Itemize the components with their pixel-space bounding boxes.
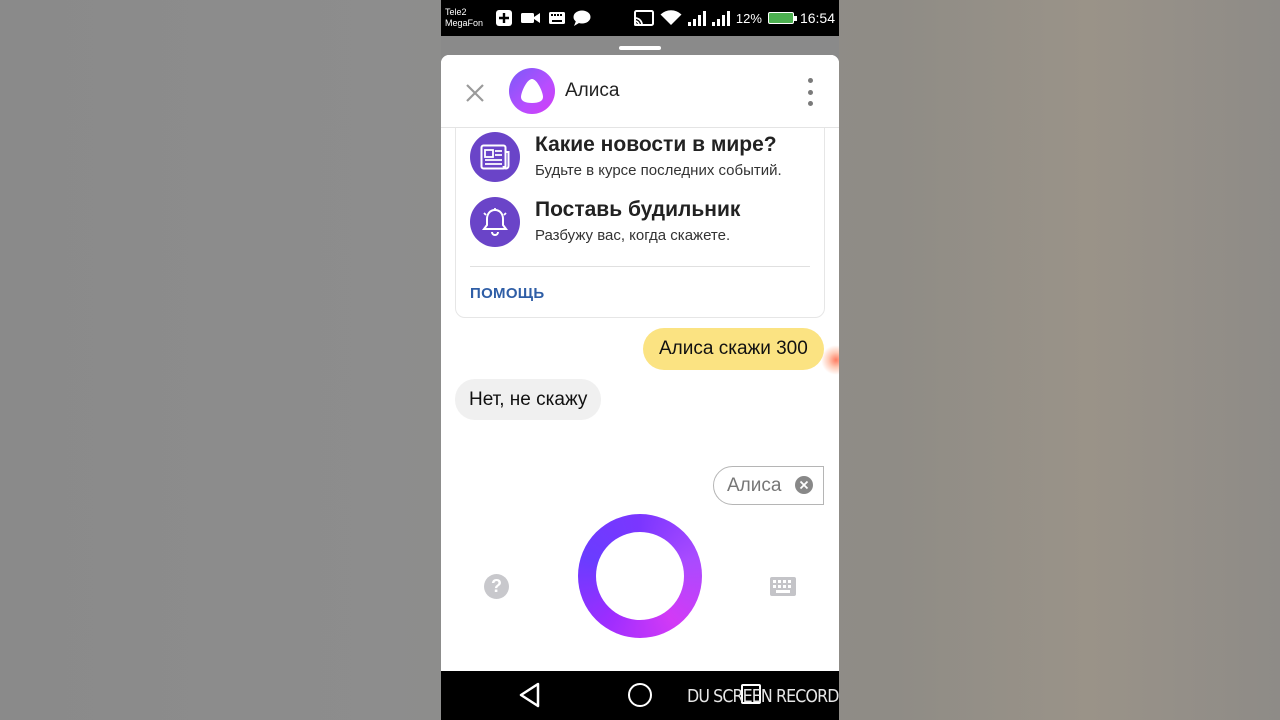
keyboard-button[interactable]	[770, 577, 796, 596]
suggestion-title: Поставь будильник	[535, 198, 741, 221]
notification-icons	[495, 9, 591, 27]
touch-indicator	[821, 345, 839, 375]
suggestion-news[interactable]: Какие новости в мире? Будьте в курсе пос…	[470, 132, 782, 182]
battery-icon	[767, 12, 797, 24]
add-notification-icon	[496, 10, 512, 26]
bot-message-bubble: Нет, не скажу	[455, 379, 602, 420]
suggestion-title: Какие новости в мире?	[535, 133, 777, 156]
header: Алиса	[441, 55, 839, 128]
status-bar: Tele2 MegaFon 12% 16:54	[441, 0, 839, 36]
phone-screen: Tele2 MegaFon 12% 16:54 Алиса Какие ново…	[441, 0, 839, 720]
battery-percent: 12%	[735, 10, 762, 26]
page-title: Алиса	[565, 80, 620, 101]
newspaper-icon	[480, 144, 510, 170]
voice-input-button[interactable]	[578, 514, 702, 638]
bell-icon	[482, 208, 508, 236]
more-dot-icon	[807, 89, 813, 95]
chip-close-button[interactable]	[795, 476, 813, 494]
question-icon: ?	[491, 576, 502, 596]
alice-avatar	[509, 68, 555, 114]
suggestion-alarm[interactable]: Поставь будильник Разбужу вас, когда ска…	[470, 197, 740, 247]
keyboard-status-icon	[549, 12, 565, 24]
cast-icon	[633, 10, 654, 26]
user-message-bubble: Алиса скажи 300	[643, 328, 824, 370]
signal-icon-1	[687, 10, 706, 26]
video-camera-icon	[521, 13, 540, 23]
system-icons: 12% 16:54	[633, 10, 835, 26]
chip-label: Алиса	[727, 474, 782, 496]
suggestion-icon-news	[470, 132, 520, 182]
carrier-line-1: Tele2	[445, 7, 467, 17]
clock: 16:54	[799, 10, 835, 26]
carrier-line-2: MegaFon	[445, 18, 484, 28]
suggest-chip[interactable]: Алиса	[713, 466, 824, 505]
help-link[interactable]: ПОМОЩЬ	[470, 285, 544, 302]
chat-bubble-icon	[573, 10, 591, 26]
suggestions-card: Какие новости в мире? Будьте в курсе пос…	[455, 105, 825, 318]
card-divider	[470, 266, 810, 267]
carrier-names: Tele2 MegaFon	[445, 7, 489, 29]
more-options-button[interactable]	[801, 75, 819, 109]
suggestion-subtitle: Разбужу вас, когда скажете.	[535, 227, 731, 244]
wifi-icon	[660, 10, 682, 25]
signal-icon-2	[711, 10, 730, 26]
alice-sheet: Алиса Какие новости в мире? Будьте в кур…	[441, 55, 839, 671]
close-button[interactable]	[461, 79, 489, 107]
suggestion-subtitle: Будьте в курсе последних событий.	[535, 162, 782, 179]
sheet-drag-handle[interactable]	[619, 46, 661, 50]
more-dot-icon	[807, 101, 813, 106]
voice-ring-inner	[596, 532, 684, 620]
alice-logo-icon	[521, 79, 543, 103]
more-dot-icon	[807, 78, 813, 83]
back-icon[interactable]	[518, 682, 542, 708]
recorder-watermark: DU SCREEN RECORDER	[687, 686, 839, 707]
navigation-bar: DU SCREEN RECORDER	[441, 671, 839, 720]
close-icon	[466, 84, 484, 102]
home-button[interactable]	[628, 683, 652, 707]
help-button[interactable]: ?	[484, 574, 509, 599]
suggestion-icon-alarm	[470, 197, 520, 247]
close-circle-icon	[799, 480, 809, 490]
